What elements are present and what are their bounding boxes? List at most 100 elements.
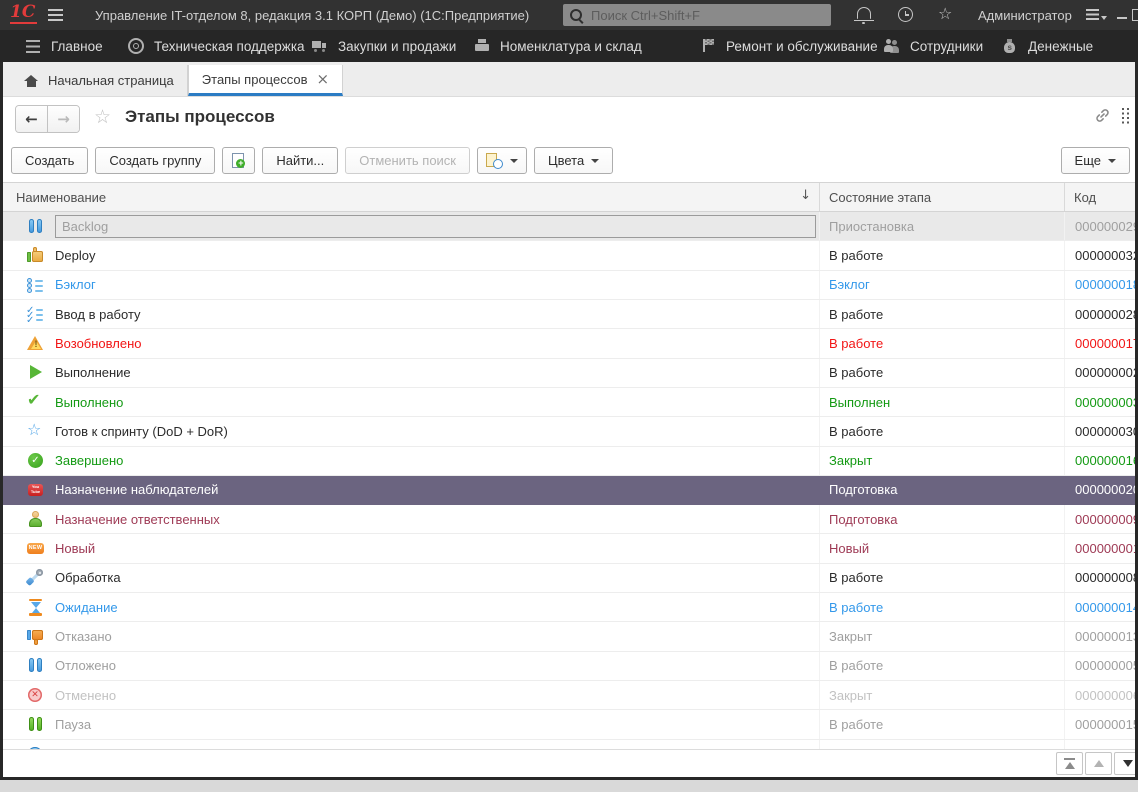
tools-settings-menu-icon[interactable] xyxy=(1086,9,1108,21)
close-tab-icon[interactable]: × xyxy=(317,71,330,86)
row-code: 000000018 xyxy=(1075,277,1135,293)
check-icon: ✔ xyxy=(27,389,41,409)
cell-code: 000000029 xyxy=(1065,212,1135,240)
ribbon-item-2[interactable]: Техническая поддержка xyxy=(128,30,305,62)
table-row[interactable]: Ожидание В работе 000000014 xyxy=(3,593,1135,623)
row-code: 000000005 xyxy=(1075,658,1135,674)
table-row[interactable]: ! Возобновлено В работе 000000017 xyxy=(3,329,1135,359)
row-name: Возобновлено xyxy=(55,335,142,351)
column-header-name[interactable]: Наименование ↓ xyxy=(3,183,820,211)
table-row[interactable]: ☆ Готов к спринту (DoD + DoR) В работе 00… xyxy=(3,417,1135,447)
main-menu-icon[interactable] xyxy=(48,9,63,21)
row-state: Новый xyxy=(829,541,870,557)
history-icon[interactable] xyxy=(898,7,913,22)
minimize-icon[interactable] xyxy=(1117,17,1127,19)
cancel-search-button[interactable]: Отменить поиск xyxy=(345,147,470,174)
cell-name: Назначение ответственных xyxy=(3,505,820,534)
cell-state: Бэклог xyxy=(820,270,1065,299)
search-input[interactable] xyxy=(589,6,824,24)
cell-name: ! Возобновлено xyxy=(3,329,820,358)
create-by-copy-button[interactable] xyxy=(222,147,256,174)
more-actions-icon[interactable] xyxy=(1122,108,1130,124)
favorites-icon[interactable]: ☆ xyxy=(938,4,952,23)
row-name: Выполнение xyxy=(55,365,131,381)
cell-code: 000000028 xyxy=(1065,300,1135,328)
ribbon-item-6[interactable]: Сотрудники xyxy=(884,30,983,62)
forward-button[interactable]: → xyxy=(48,106,79,132)
table-row[interactable]: Отложено В работе 000000005 xyxy=(3,651,1135,681)
page-up-button[interactable] xyxy=(1085,752,1112,775)
maximize-icon[interactable] xyxy=(1132,9,1138,21)
go-to-top-button[interactable] xyxy=(1056,752,1083,775)
notifications-icon[interactable] xyxy=(854,7,874,24)
star-icon: ☆ xyxy=(27,419,42,439)
colors-dropdown[interactable]: Цвета xyxy=(534,147,614,174)
column-label: Наименование xyxy=(16,189,107,205)
cell-name: ✓ ✓ ✓ Ввод в работу xyxy=(3,299,820,329)
back-button[interactable]: ← xyxy=(16,106,48,132)
table-row[interactable]: Назначение ответственных Подготовка 0000… xyxy=(3,505,1135,535)
tab-2[interactable]: Этапы процессов × xyxy=(187,65,344,96)
cell-name: Бэклог xyxy=(3,270,820,299)
table-row[interactable]: Выполнение В работе 000000002 xyxy=(3,358,1135,388)
column-header-code[interactable]: Код xyxy=(1065,183,1135,211)
cell-state: В работе xyxy=(820,299,1065,329)
create-group-button[interactable]: Создать группу xyxy=(95,147,216,174)
report-settings-dropdown[interactable] xyxy=(477,147,527,174)
table-row[interactable]: Backlog Приостановка 000000029 xyxy=(3,212,1135,242)
cell-name: ✔ Выполнено xyxy=(3,387,820,417)
ribbon-item-1[interactable]: Главное xyxy=(25,30,103,62)
table-row[interactable]: Обработка В работе 000000008 xyxy=(3,563,1135,594)
titlebar: 1С Управление IT-отделом 8, редакция 3.1… xyxy=(0,0,1138,30)
ribbon-item-5[interactable]: Ремонт и обслуживание xyxy=(700,30,878,62)
cell-state: Подготовка xyxy=(820,476,1065,504)
ribbon-item-3[interactable]: Закупки и продажи xyxy=(312,30,456,62)
table-body: Backlog Приостановка 000000029 Deploy В … xyxy=(3,212,1135,750)
row-code: 000000001 xyxy=(1075,541,1135,557)
table-row[interactable]: ✕ Отменено Закрыт 000000006 xyxy=(3,681,1135,711)
table-row[interactable]: Пауза В работе 000000015 xyxy=(3,710,1135,740)
table-row[interactable]: ✓ Завершено Закрыт 000000016 xyxy=(3,446,1135,476)
table-row[interactable]: ✓ ✓ ✓ Ввод в работу В работе 000000028 xyxy=(3,299,1135,330)
cell-name: ☆ Готов к спринту (DoD + DoR) xyxy=(3,417,820,446)
colors-label: Цвета xyxy=(548,153,585,168)
cell-code: 000000001 xyxy=(1065,534,1135,562)
favorite-star-icon[interactable]: ☆ xyxy=(94,106,111,128)
row-code: 000000006 xyxy=(1075,687,1135,703)
row-state: Закрыт xyxy=(829,453,873,469)
cell-state: Закрыт xyxy=(820,681,1065,710)
new-copy-icon xyxy=(231,152,246,169)
ribbon-item-4[interactable]: Номенклатура и склад xyxy=(474,30,642,62)
cell-code: 000000016 xyxy=(1065,447,1135,475)
row-name: Deploy xyxy=(55,247,96,263)
truck-icon xyxy=(312,38,328,54)
global-search[interactable] xyxy=(563,4,831,26)
thumbs-down-icon xyxy=(27,628,44,646)
table-row[interactable]: Deploy В работе 000000032 xyxy=(3,241,1135,271)
table-row[interactable]: You Tube Назначение наблюдателей Подготовк… xyxy=(3,475,1135,506)
tab-label: Этапы процессов xyxy=(201,71,308,87)
cell-code: 000000005 xyxy=(1065,652,1135,680)
table-row[interactable]: ✔ Выполнено Выполнен 000000003 xyxy=(3,387,1135,418)
play-icon xyxy=(27,364,44,381)
table-row[interactable]: Отказано Закрыт 000000013 xyxy=(3,622,1135,652)
row-name: Отложено xyxy=(55,658,116,674)
cell-code: 000000017 xyxy=(1065,329,1135,357)
column-header-state[interactable]: Состояние этапа xyxy=(820,183,1065,211)
ribbon-item-label: Номенклатура и склад xyxy=(500,38,642,54)
more-dropdown[interactable]: Еще xyxy=(1060,147,1130,174)
flag-icon xyxy=(700,38,716,54)
get-link-icon[interactable] xyxy=(1094,107,1111,124)
cell-name: Отложено xyxy=(3,651,820,680)
table-row[interactable]: NEW Новый Новый 000000001 xyxy=(3,534,1135,564)
cell-code: 000000003 xyxy=(1065,388,1135,416)
page-down-button[interactable] xyxy=(1114,752,1135,775)
create-button[interactable]: Создать xyxy=(11,147,89,174)
tab-1[interactable]: Начальная страница xyxy=(11,65,188,96)
current-user[interactable]: Администратор xyxy=(978,8,1072,23)
table-row[interactable]: Бэклог Бэклог 000000018 xyxy=(3,270,1135,300)
ribbon-item-label: Ремонт и обслуживание xyxy=(726,38,878,54)
find-button[interactable]: Найти... xyxy=(262,147,339,174)
ribbon-item-7[interactable]: Денежные xyxy=(1002,30,1093,62)
row-code: 000000032 xyxy=(1075,247,1135,263)
